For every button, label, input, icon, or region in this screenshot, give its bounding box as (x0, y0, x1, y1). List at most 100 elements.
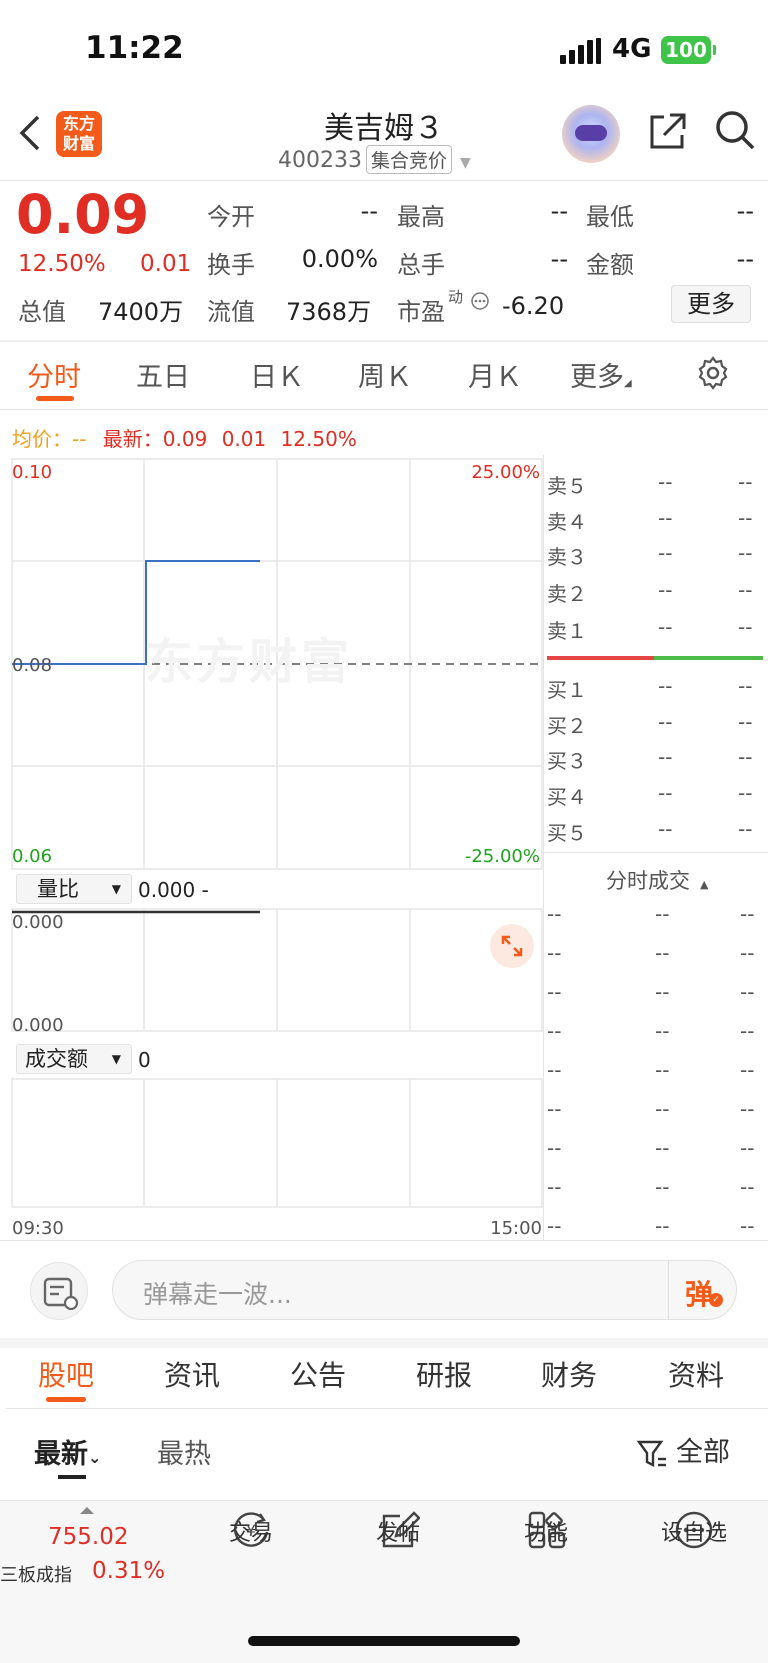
trade-cell: -- (655, 1136, 670, 1160)
buy-level-volume: -- (738, 710, 753, 734)
trade-cell: -- (740, 1019, 755, 1043)
more-dots-icon (471, 292, 489, 310)
danmaku-settings-icon[interactable] (30, 1262, 88, 1320)
sell-level-label: 卖３ (547, 545, 587, 569)
buy-level-label: 买２ (547, 714, 587, 738)
axis-price-top: 0.10 (12, 462, 53, 483)
tab-intraday[interactable]: 分时 (27, 355, 81, 394)
volume-axis-top: 0.000 (12, 912, 64, 933)
pe-value: -6.20 (502, 292, 565, 320)
danmaku-input[interactable]: 弹幕走一波... 弹 ✓ (112, 1260, 737, 1320)
tab-month-k[interactable]: 月Ｋ (468, 355, 522, 394)
sort-hot[interactable]: 最热 (157, 1432, 211, 1471)
caret-up-icon: ▲ (700, 878, 709, 891)
buy-level-label: 买５ (547, 821, 587, 845)
sell-level-price: -- (658, 506, 673, 530)
input-divider (668, 1261, 669, 1319)
buy-level-volume: -- (738, 781, 753, 805)
tab-research[interactable]: 研报 (416, 1354, 472, 1394)
index-percent: 0.31% (92, 1558, 166, 1584)
filter-all-button[interactable]: 全部 (636, 1430, 730, 1470)
low-value: -- (736, 197, 754, 225)
settings-gear-icon[interactable] (695, 355, 731, 391)
sell-level-label: 卖４ (547, 510, 587, 534)
trade-cell: -- (655, 980, 670, 1004)
latest-value: 0.09 (162, 427, 208, 451)
volume-axis-bottom: 0.000 (12, 1015, 64, 1036)
buy-level-price: -- (658, 710, 673, 734)
sell-strength-bar (547, 656, 654, 660)
volume-ratio-select[interactable]: 量比 ▼ (16, 874, 132, 904)
tab-day-k[interactable]: 日Ｋ (250, 355, 304, 394)
trade-cell: -- (547, 1214, 562, 1238)
sell-level-label: 卖２ (547, 582, 587, 606)
tab-five-day[interactable]: 五日 (136, 355, 190, 394)
filter-icon (636, 1440, 666, 1467)
chevron-down-icon: ▼ (111, 1052, 121, 1066)
pe-label: 市盈 (397, 298, 445, 326)
footer-trade[interactable]: 交易 (191, 1515, 311, 1547)
trade-cell: -- (655, 941, 670, 965)
danmaku-send-button[interactable]: 弹 ✓ (685, 1273, 723, 1313)
high-value: -- (550, 197, 568, 225)
tab-finance[interactable]: 财务 (541, 1354, 597, 1394)
sort-latest[interactable]: 最新⌄ (34, 1432, 101, 1471)
more-button[interactable]: 更多 (671, 285, 751, 323)
tab-week-k[interactable]: 周Ｋ (358, 355, 412, 394)
status-time: 11:22 (85, 30, 184, 66)
trade-cell: -- (740, 1097, 755, 1121)
tab-guba[interactable]: 股吧 (38, 1354, 94, 1394)
time-axis-end: 15:00 (490, 1218, 542, 1239)
stock-code-line[interactable]: 400233 集合竞价 ▼ (278, 145, 471, 174)
float-cap-label: 流值 (207, 298, 255, 326)
tab-announcements[interactable]: 公告 (290, 1354, 346, 1394)
trade-cell: -- (740, 902, 755, 926)
trade-cell: -- (655, 1214, 670, 1238)
network-type: 4G (612, 34, 652, 64)
avg-value: -- (72, 427, 87, 451)
trade-cell: -- (655, 1097, 670, 1121)
search-icon[interactable] (714, 109, 756, 151)
trade-cell: -- (740, 1214, 755, 1238)
tab-news[interactable]: 资讯 (164, 1354, 220, 1394)
tab-more[interactable]: 更多◢ (570, 355, 632, 394)
pe-dynamic-tag: 动 (448, 288, 464, 306)
intraday-chart[interactable] (0, 455, 545, 1215)
index-name[interactable]: 三板成指 (0, 1561, 72, 1587)
footer-add-watchlist[interactable]: 设自选 (634, 1515, 754, 1547)
trade-cell: -- (547, 902, 562, 926)
trade-cell: -- (740, 1058, 755, 1082)
status-bar: 11:22 4G 100 (0, 0, 768, 100)
index-value[interactable]: 755.02 (48, 1524, 128, 1550)
open-value: -- (360, 197, 378, 225)
chevron-down-icon: ▼ (460, 155, 471, 171)
amount-select[interactable]: 成交额 ▼ (16, 1044, 132, 1074)
watermark: 东方财富 (145, 634, 354, 690)
trade-cell: -- (740, 1175, 755, 1199)
latest-change: 0.01 (221, 427, 267, 451)
sort-latest-label: 最新 (34, 1439, 88, 1470)
low-label: 最低 (586, 203, 634, 231)
expand-icon[interactable] (490, 924, 534, 968)
sell-level-price: -- (658, 578, 673, 602)
amount-value: -- (736, 245, 754, 273)
share-icon[interactable] (648, 111, 688, 151)
buy-level-price: -- (658, 817, 673, 841)
avg-label: 均价： (12, 427, 72, 451)
trade-cell: -- (547, 980, 562, 1004)
assistant-avatar-icon[interactable] (562, 105, 620, 163)
buy-level-label: 买１ (547, 678, 587, 702)
footer-post[interactable]: 发帖 (338, 1515, 458, 1547)
buy-level-volume: -- (738, 745, 753, 769)
trade-cell: -- (655, 902, 670, 926)
chevron-down-icon: ⌄ (88, 1448, 102, 1467)
tab-more-label: 更多 (570, 362, 624, 393)
volume-ratio-label: 量比 (37, 877, 79, 901)
tab-profile[interactable]: 资料 (668, 1354, 724, 1394)
caret-up-icon (80, 1507, 94, 1514)
float-cap-value: 7368万 (286, 298, 372, 326)
axis-price-mid: 0.08 (12, 655, 53, 676)
footer-functions[interactable]: 功能 (486, 1515, 606, 1547)
volume-label: 总手 (397, 251, 445, 279)
trades-header[interactable]: 分时成交 ▲ (606, 865, 708, 895)
